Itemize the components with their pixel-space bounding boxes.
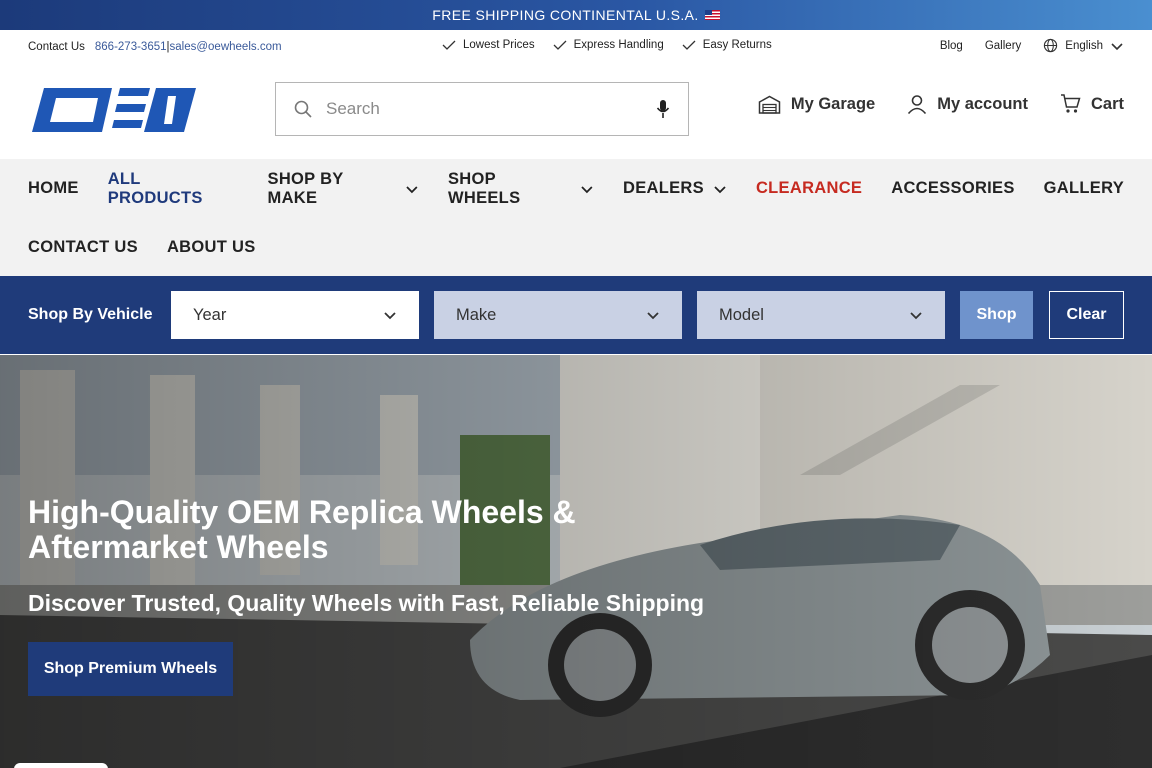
chevron-down-icon: [406, 185, 418, 193]
cart-icon: [1060, 94, 1081, 113]
search-icon: [294, 100, 312, 118]
contact-info: Contact Us 866-273-3651|sales@oewheels.c…: [28, 41, 282, 53]
header-links: My Garage My account Cart: [758, 94, 1124, 114]
model-select-value: Model: [719, 305, 764, 324]
cart-link[interactable]: Cart: [1060, 94, 1124, 114]
check-icon: [553, 40, 567, 50]
perk-label: Easy Returns: [702, 39, 772, 51]
garage-label: My Garage: [790, 94, 876, 113]
cart-label: Cart: [1090, 94, 1124, 113]
nav-all-products[interactable]: ALL PRODUCTS: [108, 170, 239, 208]
model-select[interactable]: Model: [697, 291, 945, 339]
search-bar[interactable]: Search: [275, 82, 689, 136]
email-link[interactable]: sales@oewheels.com: [170, 41, 282, 53]
nav-home[interactable]: HOME: [28, 179, 79, 198]
nav-dealers[interactable]: DEALERS: [623, 179, 727, 198]
shop-by-vehicle-label: Shop By Vehicle: [28, 306, 153, 323]
clear-button[interactable]: Clear: [1049, 291, 1124, 339]
nav-shop-wheels-label: SHOP WHEELS: [447, 169, 521, 207]
garage-icon: [758, 95, 781, 114]
check-icon: [442, 40, 456, 50]
hero-title: High-Quality OEM Replica Wheels & Afterm…: [28, 494, 576, 565]
perk-item: Lowest Prices: [442, 38, 535, 52]
my-account-link[interactable]: My account: [907, 94, 1028, 114]
main-navigation: HOME ALL PRODUCTS SHOP BY MAKE SHOP WHEE…: [0, 159, 1152, 276]
perk-item: Express Handling: [553, 38, 664, 52]
chevron-down-icon: [581, 185, 593, 193]
nav-row: HOME ALL PRODUCTS SHOP BY MAKE SHOP WHEE…: [28, 159, 1124, 218]
chevron-down-icon: [1111, 42, 1123, 50]
year-select[interactable]: Year: [171, 291, 419, 339]
globe-icon: [1044, 38, 1058, 53]
nav-clearance[interactable]: CLEARANCE: [756, 179, 862, 198]
shop-by-vehicle-bar: Shop By Vehicle Year Make Model Shop Cle…: [0, 276, 1152, 354]
utility-links: Blog Gallery English: [940, 38, 1124, 53]
nav-gallery[interactable]: GALLERY: [1044, 179, 1124, 198]
nav-dealers-label: DEALERS: [623, 179, 704, 197]
make-select[interactable]: Make: [434, 291, 682, 339]
nav-shop-by-make[interactable]: SHOP BY MAKE: [268, 170, 419, 208]
nav-about-us[interactable]: ABOUT US: [167, 238, 256, 257]
chevron-down-icon: [647, 312, 659, 320]
nav-shop-wheels[interactable]: SHOP WHEELS: [448, 170, 594, 208]
hero-banner: High-Quality OEM Replica Wheels & Afterm…: [0, 355, 1152, 768]
contact-us-link[interactable]: Contact Us: [28, 41, 85, 53]
year-select-value: Year: [193, 305, 227, 324]
language-selector[interactable]: English: [1043, 38, 1124, 53]
check-icon: [682, 40, 696, 50]
perks-list: Lowest Prices Express Handling Easy Retu…: [442, 38, 772, 52]
search-input[interactable]: Search: [326, 99, 656, 119]
floating-tab[interactable]: [14, 763, 108, 768]
utility-bar: Contact Us 866-273-3651|sales@oewheels.c…: [0, 30, 1152, 64]
nav-accessories[interactable]: ACCESSORIES: [891, 179, 1014, 198]
gallery-link[interactable]: Gallery: [985, 40, 1021, 52]
perk-label: Express Handling: [573, 39, 664, 51]
user-icon: [908, 95, 927, 114]
blog-link[interactable]: Blog: [940, 40, 963, 52]
account-label: My account: [937, 94, 1028, 113]
chevron-down-icon: [714, 185, 726, 193]
perk-label: Lowest Prices: [463, 39, 535, 51]
microphone-icon[interactable]: [656, 99, 670, 119]
chevron-down-icon: [384, 312, 396, 320]
nav-shop-by-make-label: SHOP BY MAKE: [267, 169, 344, 207]
site-header: Search My Garage My account Cart: [0, 64, 1152, 159]
shop-button[interactable]: Shop: [960, 291, 1033, 339]
phone-link[interactable]: 866-273-3651: [95, 41, 167, 53]
my-garage-link[interactable]: My Garage: [758, 95, 875, 114]
us-flag-icon: [704, 10, 720, 20]
shop-premium-wheels-button[interactable]: Shop Premium Wheels: [28, 642, 233, 696]
nav-contact-us[interactable]: CONTACT US: [28, 238, 138, 257]
make-select-value: Make: [456, 305, 497, 324]
announcement-bar: FREE SHIPPING CONTINENTAL U.S.A.: [0, 0, 1152, 30]
chevron-down-icon: [910, 312, 922, 320]
oew-logo[interactable]: [28, 84, 198, 136]
hero-subtitle: Discover Trusted, Quality Wheels with Fa…: [28, 590, 705, 616]
perk-item: Easy Returns: [682, 38, 772, 52]
language-label: English: [1065, 39, 1103, 52]
nav-row: CONTACT US ABOUT US: [28, 218, 1124, 276]
announcement-text: FREE SHIPPING CONTINENTAL U.S.A.: [432, 7, 699, 23]
